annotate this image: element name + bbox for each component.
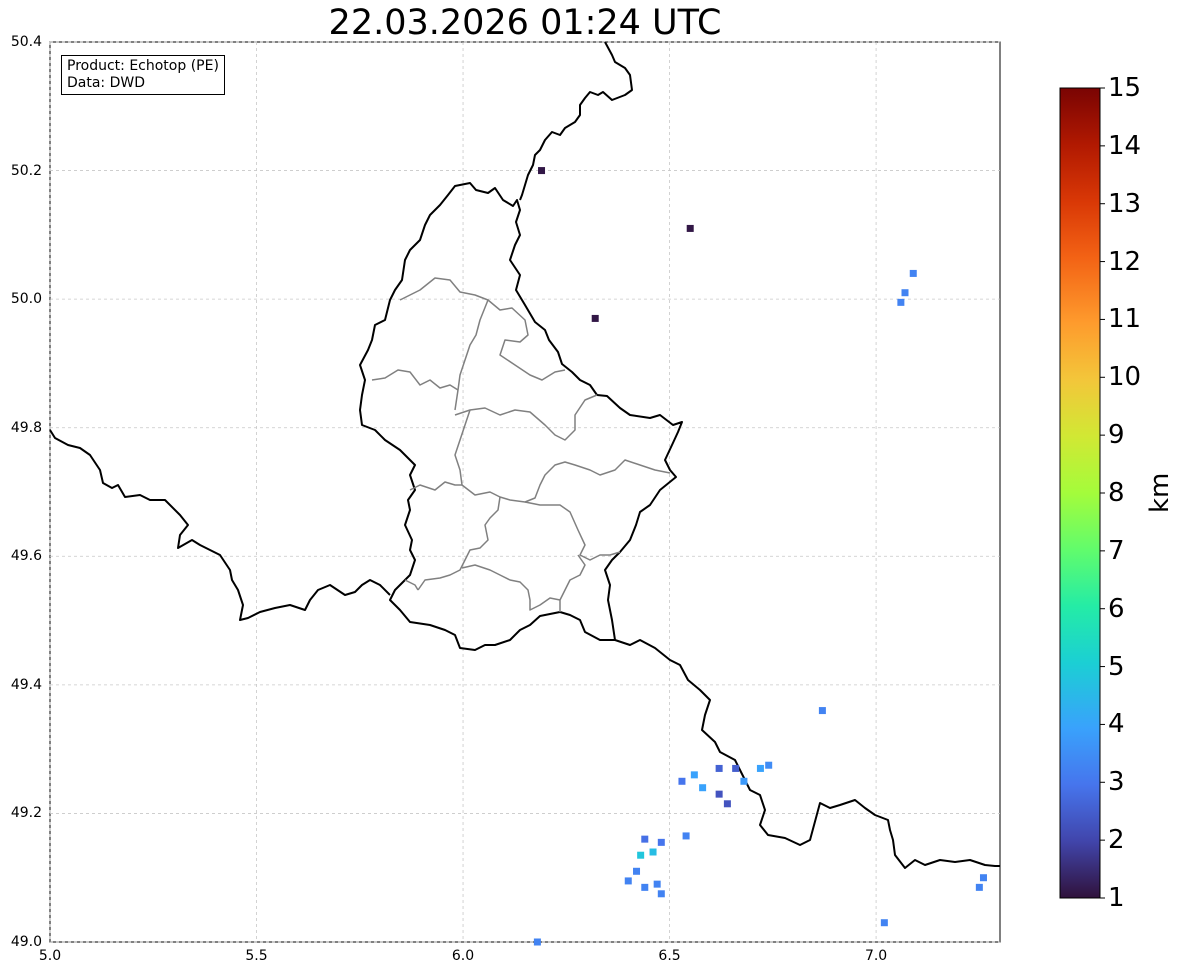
- colorbar-tick-label: 13: [1108, 188, 1142, 219]
- echo-cell: [657, 838, 665, 846]
- echo-cell: [756, 764, 764, 772]
- echo-cell: [765, 761, 773, 769]
- colorbar-tick-label: 10: [1108, 362, 1142, 393]
- colorbar-tick-label: 1: [1108, 883, 1125, 913]
- y-tick-label: 49.2: [10, 805, 42, 822]
- x-tick-label: 7.0: [864, 948, 888, 964]
- colorbar-label: km: [1145, 472, 1175, 513]
- colorbar-tick-label: 2: [1108, 825, 1125, 856]
- info-box: Product: Echotop (PE) Data: DWD: [61, 55, 225, 95]
- echo-cell: [690, 771, 698, 779]
- y-tick-label: 49.4: [10, 676, 42, 693]
- colorbar-tick-label: 14: [1108, 130, 1142, 161]
- echo-cell: [975, 883, 983, 891]
- data-source-label: Data: DWD: [67, 75, 145, 91]
- colorbar-tick-label: 11: [1108, 304, 1142, 335]
- colorbar-tick-label: 12: [1108, 246, 1142, 277]
- echo-cell: [682, 832, 690, 840]
- echo-cell: [897, 298, 905, 306]
- echo-cell: [901, 289, 909, 297]
- echo-cell: [538, 167, 546, 175]
- map-frame: [49, 41, 1001, 943]
- colorbar-tick-label: 9: [1108, 420, 1125, 451]
- colorbar-tick-label: 6: [1108, 593, 1125, 624]
- radar-map: [49, 41, 1001, 946]
- echo-cell: [909, 269, 917, 277]
- echo-cell: [699, 784, 707, 792]
- echo-cell: [533, 938, 541, 946]
- colorbar-tick-label: 15: [1108, 73, 1142, 103]
- echo-cell: [880, 919, 888, 927]
- echo-cell: [591, 314, 599, 322]
- colorbar-tick-label: 7: [1108, 535, 1125, 566]
- y-tick-label: 49.8: [10, 419, 42, 436]
- echo-cell: [715, 764, 723, 772]
- x-tick-label: 6.0: [451, 948, 475, 964]
- product-label: Product: Echotop (PE): [67, 58, 219, 74]
- map-title: 22.03.2026 01:24 UTC: [328, 3, 722, 43]
- echo-cell: [678, 777, 686, 785]
- echo-cell: [715, 790, 723, 798]
- y-tick-label: 50.4: [10, 34, 42, 50]
- colorbar-tick-label: 5: [1108, 651, 1125, 682]
- x-tick-label: 5.0: [38, 948, 62, 964]
- y-tick-label: 50.0: [10, 291, 42, 308]
- x-tick-label: 6.5: [658, 948, 681, 964]
- echo-cell: [657, 890, 665, 898]
- colorbar-tick-label: 3: [1108, 767, 1125, 798]
- y-tick-label: 49.6: [10, 548, 42, 565]
- echo-cell: [624, 877, 632, 885]
- echo-cell: [653, 880, 661, 888]
- colorbar-tick-label: 4: [1108, 709, 1125, 740]
- echo-cell: [723, 800, 731, 808]
- echo-cell: [979, 874, 987, 882]
- echo-cell: [641, 883, 649, 891]
- echo-cell: [649, 848, 657, 856]
- echo-cell: [641, 835, 649, 843]
- echo-cell: [732, 764, 740, 772]
- echo-cell: [637, 851, 645, 859]
- echo-cell: [740, 777, 748, 785]
- echo-cell: [686, 224, 694, 232]
- colorbar-tick-label: 8: [1108, 478, 1125, 508]
- echo-cell: [633, 867, 641, 875]
- echo-cell: [818, 707, 826, 715]
- x-tick-label: 5.5: [245, 948, 268, 964]
- y-tick-label: 50.2: [10, 162, 42, 179]
